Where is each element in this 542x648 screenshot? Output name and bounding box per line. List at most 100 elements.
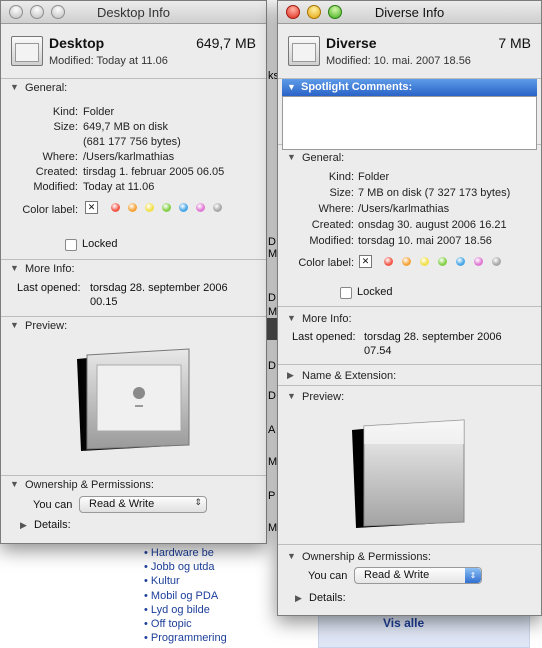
disclosure-triangle-down-icon[interactable]: ▼	[10, 263, 19, 273]
disclosure-triangle-down-icon[interactable]: ▼	[10, 320, 19, 330]
chevron-updown-icon: ⇕	[465, 568, 481, 583]
no-label-x-icon[interactable]: ✕	[359, 255, 372, 268]
color-label-picker: ✕	[278, 255, 541, 269]
section-heading: Preview:	[302, 391, 345, 403]
modified-value: Today at 11.06	[83, 181, 155, 193]
size-bytes-value: (681 177 756 bytes)	[83, 136, 181, 148]
color-label-picker: ✕	[1, 201, 266, 215]
more-info-section-toggle[interactable]: ▼ More Info:	[1, 260, 266, 278]
disclosure-triangle-right-icon[interactable]: ▶	[20, 520, 27, 531]
size-label: Size:	[53, 121, 78, 133]
created-label: Created:	[311, 219, 354, 231]
no-label-x-icon[interactable]: ✕	[85, 201, 98, 214]
last-opened-value: torsdag 28. september 2006	[90, 282, 228, 294]
section-heading: General:	[25, 82, 68, 94]
label-color-swatch[interactable]	[438, 257, 447, 266]
label-color-swatch[interactable]	[402, 257, 411, 266]
name-extension-section-toggle[interactable]: ▶ Name & Extension:	[278, 367, 541, 385]
kind-value: Folder	[83, 106, 115, 118]
disclosure-triangle-right-icon[interactable]: ▶	[295, 593, 302, 604]
created-value: onsdag 30. august 2006 16.21	[358, 219, 507, 231]
modified-value: torsdag 10. mai 2007 18.56	[358, 235, 492, 247]
window-titlebar[interactable]: Diverse Info	[278, 1, 541, 24]
general-section-toggle[interactable]: ▼ General:	[1, 79, 266, 97]
created-label: Created:	[35, 166, 78, 178]
more-info-section: ▼ More Info: Last opened: torsdag 28. se…	[1, 260, 266, 317]
ownership-section-toggle[interactable]: ▼ Ownership & Permissions:	[278, 548, 541, 566]
disclosure-triangle-down-icon[interactable]: ▼	[287, 313, 296, 323]
section-heading: More Info:	[25, 263, 75, 275]
disclosure-triangle-down-icon[interactable]: ▼	[287, 391, 296, 401]
preview-section-toggle[interactable]: ▼ Preview:	[1, 317, 266, 335]
section-heading: Ownership & Permissions:	[25, 479, 154, 491]
background-side-letter: M	[268, 456, 278, 468]
permissions-select[interactable]: Read & Write ⇕	[354, 567, 482, 584]
permissions-select[interactable]: Read & Write ⇕	[79, 496, 207, 513]
label-color-swatch[interactable]	[128, 203, 137, 212]
details-toggle[interactable]: ▶ Details:	[1, 519, 121, 534]
background-side-letter: D	[268, 236, 276, 248]
info-header: Diverse 7 MB Modified: 10. mai. 2007 18.…	[278, 24, 541, 79]
more-info-section-toggle[interactable]: ▼ More Info:	[278, 310, 541, 328]
ownership-section: ▼ Ownership & Permissions: You can Read …	[1, 476, 266, 532]
locked-label: Locked	[357, 286, 393, 298]
diverse-info-window: Diverse Info Diverse 7 MB Modified: 10. …	[277, 0, 542, 616]
window-title: Desktop Info	[97, 5, 170, 20]
disclosure-triangle-down-icon[interactable]: ▼	[287, 152, 296, 162]
label-color-swatch[interactable]	[196, 203, 205, 212]
ownership-section: ▼ Ownership & Permissions: You can Read …	[278, 545, 541, 615]
size-value: 649,7 MB on disk	[83, 121, 168, 133]
item-modified: Modified: Today at 11.06	[49, 55, 168, 67]
locked-checkbox[interactable]	[340, 287, 352, 299]
kind-label: Kind:	[328, 171, 354, 183]
label-color-swatch[interactable]	[456, 257, 465, 266]
window-titlebar[interactable]: Desktop Info	[1, 1, 266, 24]
last-opened-time: 00.15	[90, 296, 118, 308]
label-color-swatch[interactable]	[213, 203, 222, 212]
background-side-letter: M	[268, 248, 278, 260]
spotlight-comments-toggle[interactable]: ▼ Spotlight Comments:	[282, 79, 537, 96]
label-color-swatch[interactable]	[179, 203, 188, 212]
background-link[interactable]: Programmering	[144, 631, 344, 645]
locked-checkbox[interactable]	[65, 239, 77, 251]
background-side-letter: P	[268, 490, 276, 502]
folder-icon	[11, 36, 43, 66]
where-label: Where:	[318, 203, 354, 215]
label-color-swatch[interactable]	[384, 257, 393, 266]
vis-alle-link[interactable]: Vis alle	[383, 616, 424, 630]
disclosure-triangle-down-icon[interactable]: ▼	[10, 479, 19, 489]
label-color-swatch[interactable]	[420, 257, 429, 266]
label-color-swatch[interactable]	[162, 203, 171, 212]
background-side-letter: A	[268, 424, 276, 436]
label-color-swatch[interactable]	[492, 257, 501, 266]
background-link[interactable]: Off topic	[144, 617, 344, 631]
background-side-letter: D	[268, 390, 276, 402]
item-size: 649,7 MB	[196, 35, 256, 51]
general-section: ▼ General: Kind: Folder Size: 649,7 MB o…	[1, 79, 266, 260]
label-color-swatch[interactable]	[474, 257, 483, 266]
disclosure-triangle-down-icon[interactable]: ▼	[287, 82, 296, 92]
label-color-swatch[interactable]	[111, 203, 120, 212]
locked-label: Locked	[82, 238, 118, 250]
spotlight-comments-field[interactable]	[282, 96, 537, 150]
details-label: Details:	[34, 519, 71, 531]
ownership-section-toggle[interactable]: ▼ Ownership & Permissions:	[1, 476, 266, 494]
disclosure-triangle-down-icon[interactable]: ▼	[10, 82, 19, 92]
disclosure-triangle-down-icon[interactable]: ▼	[287, 551, 296, 561]
general-section: ▼ General: Kind: Folder Size: 7 MB on di…	[278, 145, 541, 307]
section-heading: Name & Extension:	[302, 370, 397, 382]
label-color-swatch[interactable]	[145, 203, 154, 212]
item-modified: Modified: 10. mai. 2007 18.56	[326, 55, 471, 67]
section-heading: Spotlight Comments:	[301, 81, 413, 93]
more-info-section: ▼ More Info: Last opened: torsdag 28. se…	[278, 307, 541, 365]
chevron-updown-icon: ⇕	[194, 497, 202, 507]
section-heading: General:	[302, 152, 345, 164]
item-name: Desktop	[49, 35, 105, 51]
kind-label: Kind:	[52, 106, 78, 118]
disclosure-triangle-right-icon[interactable]: ▶	[287, 370, 294, 381]
general-section-toggle[interactable]: ▼ General:	[278, 149, 541, 167]
where-label: Where:	[42, 151, 78, 163]
preview-section-toggle[interactable]: ▼ Preview:	[278, 388, 541, 406]
modified-label: Modified:	[309, 235, 354, 247]
details-toggle[interactable]: ▶ Details:	[278, 592, 398, 607]
